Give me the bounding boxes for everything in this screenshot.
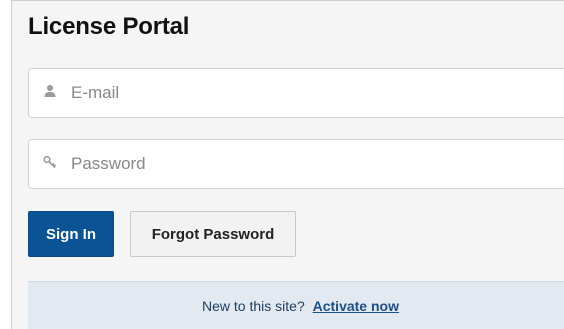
activate-prompt: New to this site? (202, 298, 305, 314)
forgot-password-button[interactable]: Forgot Password (130, 211, 296, 257)
login-panel: License Portal Sign In Forgot Password N… (11, 0, 564, 329)
key-icon (43, 155, 57, 169)
email-field-container[interactable] (28, 68, 564, 118)
password-field-container[interactable] (28, 139, 564, 189)
password-input[interactable] (71, 140, 551, 188)
page-title: License Portal (28, 13, 190, 40)
user-icon (43, 84, 57, 98)
sign-in-button[interactable]: Sign In (28, 211, 114, 257)
email-input[interactable] (71, 69, 551, 117)
activate-banner: New to this site? Activate now (28, 281, 564, 329)
activate-now-link[interactable]: Activate now (313, 298, 399, 314)
